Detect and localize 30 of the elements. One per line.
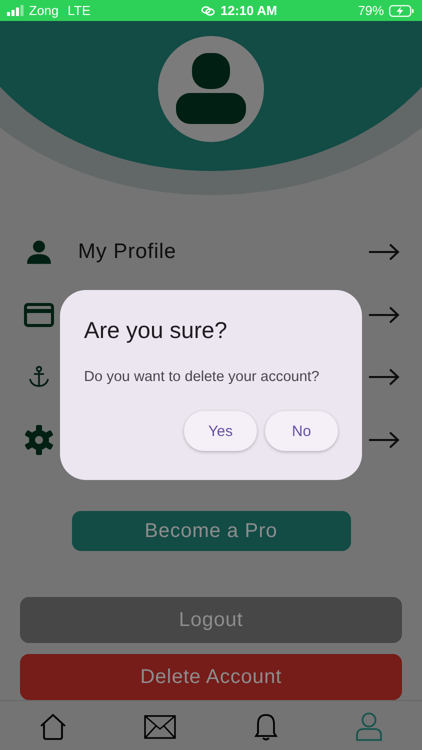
network-type: LTE (68, 3, 91, 18)
mail-icon (144, 714, 176, 738)
menu-item[interactable]: My Profile (78, 240, 176, 264)
link-icon (201, 6, 216, 16)
cancel-button[interactable]: No (265, 411, 338, 451)
arrow-icon[interactable] (368, 306, 400, 324)
mail-tab[interactable] (144, 714, 176, 738)
arrow-icon[interactable] (368, 243, 400, 262)
settings-icon (24, 424, 54, 455)
bell-tab[interactable] (254, 712, 278, 742)
user-icon (355, 712, 384, 742)
battery-percent: 79% (358, 3, 384, 18)
home-icon (38, 712, 67, 740)
home-tab[interactable] (38, 712, 67, 740)
arrow-icon[interactable] (368, 430, 400, 449)
person-icon (24, 239, 54, 266)
arrow-icon[interactable] (368, 368, 400, 386)
person-icon (175, 53, 247, 125)
dialog-message: Do you want to delete your account? (84, 369, 320, 385)
clock-time: 12:10 AM (220, 3, 278, 18)
delete-account-button[interactable]: Delete Account (20, 654, 402, 700)
battery-icon (388, 4, 414, 16)
bell-icon (254, 712, 278, 742)
dialog-title: Are you sure? (84, 317, 228, 344)
credit-card-icon (24, 302, 54, 327)
signal-icon (7, 5, 24, 16)
become-pro-button[interactable]: Become a Pro (72, 511, 350, 551)
carrier-name: Zong (29, 3, 59, 18)
logout-button[interactable]: Logout (20, 597, 402, 643)
confirm-button[interactable]: Yes (184, 411, 257, 451)
